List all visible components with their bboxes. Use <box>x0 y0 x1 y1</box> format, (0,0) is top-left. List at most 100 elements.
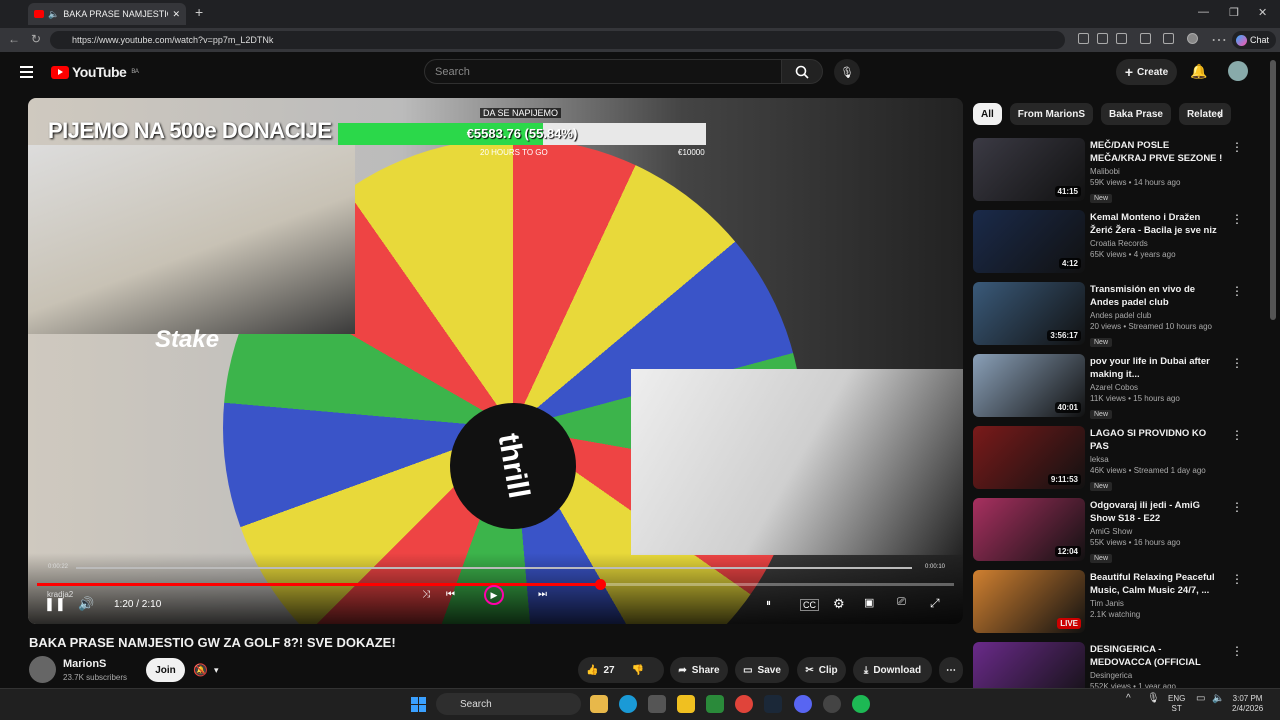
recommendation-title[interactable]: Odgovaraj ili jedi - AmiG Show S18 - E22 <box>1090 499 1225 525</box>
recommendation-channel[interactable]: Malibobi <box>1090 167 1225 176</box>
cast-icon[interactable]: ⎚ <box>897 596 906 609</box>
favorite-star-icon[interactable] <box>1116 33 1127 44</box>
subscription-bell-button[interactable]: 🔕 ▾ <box>193 658 239 682</box>
windows-start-icon[interactable] <box>411 697 426 712</box>
recommendation-channel[interactable]: Tim Janis <box>1090 599 1225 608</box>
back-icon[interactable]: ← <box>8 32 20 46</box>
autoplay-toggle[interactable]: ⏸ <box>766 598 771 609</box>
close-window-button[interactable]: ✕ <box>1258 6 1267 19</box>
video-thumbnail[interactable]: LIVE <box>973 570 1085 633</box>
recommendation-channel[interactable]: leksa <box>1090 455 1225 464</box>
recommendation-item[interactable]: LIVE Beautiful Relaxing Peaceful Music, C… <box>973 570 1273 634</box>
voice-search-button[interactable]: 🎙 <box>834 59 860 85</box>
extensions-icon[interactable] <box>1140 33 1151 44</box>
new-tab-button[interactable]: + <box>195 4 203 20</box>
chip-0[interactable]: All <box>973 103 1002 125</box>
volume-icon[interactable]: 🔊 <box>78 596 94 612</box>
create-button[interactable]: + Create <box>1116 59 1177 85</box>
video-thumbnail[interactable]: 3:56:17 <box>973 282 1085 345</box>
notifications-bell-icon[interactable]: 🔔 <box>1190 63 1207 80</box>
recommendation-channel[interactable]: Desingerica <box>1090 671 1225 680</box>
obs-icon[interactable] <box>823 695 841 713</box>
video-thumbnail[interactable]: 12:04 <box>973 498 1085 561</box>
recommendation-item[interactable]: 40:01 pov your life in Dubai after making… <box>973 354 1273 419</box>
discord-icon[interactable] <box>794 695 812 713</box>
minimize-button[interactable]: — <box>1198 6 1209 18</box>
channel-name[interactable]: MarionS <box>63 658 106 670</box>
network-icon[interactable]: ▭ <box>1196 694 1205 704</box>
clock[interactable]: 3:07 PM 2/4/2026 <box>1232 694 1263 714</box>
settings-gear-icon[interactable]: ⚙ <box>833 596 845 612</box>
language-indicator[interactable]: ENG ST <box>1168 694 1185 714</box>
recommendation-title[interactable]: MEČ/DAN POSLE MEČA/KRAJ PRVE SEZONE ! <box>1090 139 1225 165</box>
video-thumbnail[interactable]: 9:11:53 <box>973 426 1085 489</box>
more-vertical-icon[interactable]: ⋮ <box>1231 140 1243 154</box>
more-actions-button[interactable]: ⋯ <box>939 657 963 683</box>
url-field[interactable]: https://www.youtube.com/watch?v=pp7m_L2D… <box>50 31 1065 49</box>
recommendation-item[interactable]: 4:12 Kemal Monteno i Dražen Žerić Žera - … <box>973 210 1273 274</box>
tray-mic-icon[interactable]: 🎙 <box>1147 694 1160 704</box>
audio-icon[interactable]: 🔈 <box>48 9 59 20</box>
more-vertical-icon[interactable]: ⋮ <box>1231 212 1243 226</box>
maximize-button[interactable]: ❐ <box>1229 6 1239 19</box>
translate-icon[interactable] <box>1078 33 1089 44</box>
recommendation-item[interactable]: 9:11:53 LAGAO SI PROVIDNO KO PAS leksa 46K … <box>973 426 1273 491</box>
recommendation-item[interactable]: 12:04 Odgovaraj ili jedi - AmiG Show S18 … <box>973 498 1273 563</box>
clip-range-bar[interactable] <box>76 567 912 569</box>
account-avatar[interactable] <box>1228 61 1248 81</box>
edge-browser-icon[interactable] <box>619 695 637 713</box>
miniplayer-icon[interactable]: ▣ <box>864 596 874 609</box>
hamburger-menu-icon[interactable] <box>20 66 33 81</box>
more-vertical-icon[interactable]: ⋮ <box>1231 500 1243 514</box>
video-thumbnail[interactable]: 4:12 <box>973 210 1085 273</box>
share-button[interactable]: ➦ Share <box>670 657 728 683</box>
pause-button[interactable]: ❚❚ <box>44 596 66 612</box>
app-icon[interactable] <box>1097 33 1108 44</box>
more-icon[interactable]: ⋯ <box>1211 30 1227 49</box>
more-vertical-icon[interactable]: ⋮ <box>1231 356 1243 370</box>
youtube-logo[interactable]: YouTube BA <box>51 64 139 80</box>
chip-3[interactable]: Related <box>1178 103 1232 125</box>
recommendation-title[interactable]: DESINGERICA - MEDOVACCA (OFFICIAL VIDEO) <box>1090 643 1225 669</box>
file-explorer-icon[interactable] <box>590 695 608 713</box>
dislike-icon[interactable]: 👎 <box>632 665 644 676</box>
search-input[interactable]: Search <box>424 59 782 84</box>
recommendation-title[interactable]: Beautiful Relaxing Peaceful Music, Calm … <box>1090 571 1225 597</box>
recommendation-item[interactable]: 3:56:17 Transmisión en vivo de Andes pade… <box>973 282 1273 347</box>
join-button[interactable]: Join <box>146 658 185 682</box>
xbox-icon[interactable] <box>706 695 724 713</box>
fullscreen-icon[interactable]: ⤢ <box>930 596 940 611</box>
shuffle-icon[interactable]: ⤨ <box>422 589 430 600</box>
profile-icon[interactable] <box>1187 33 1198 44</box>
video-player[interactable]: thrill PIJEMO NA 500e DONACIJE DA SE NAP… <box>28 98 963 624</box>
channel-avatar[interactable] <box>29 656 56 683</box>
taskbar-search[interactable]: Search <box>436 693 581 715</box>
more-vertical-icon[interactable]: ⋮ <box>1231 428 1243 442</box>
more-vertical-icon[interactable]: ⋮ <box>1231 284 1243 298</box>
favorites-icon[interactable] <box>1163 33 1174 44</box>
next-icon[interactable]: ⏭ <box>538 589 547 600</box>
more-vertical-icon[interactable]: ⋮ <box>1231 644 1243 658</box>
speaker-icon[interactable]: 🔈 <box>1212 694 1224 704</box>
notes-app-icon[interactable] <box>677 695 695 713</box>
recommendation-channel[interactable]: AmiG Show <box>1090 527 1225 536</box>
clip-play-button[interactable]: ▶ <box>484 585 504 605</box>
reload-icon[interactable]: ↻ <box>31 32 41 46</box>
recommendation-title[interactable]: pov your life in Dubai after making it..… <box>1090 355 1225 381</box>
chip-1[interactable]: From MarionS <box>1009 103 1094 125</box>
previous-icon[interactable]: ⏮ <box>446 589 455 600</box>
recommendation-item[interactable]: 41:15 MEČ/DAN POSLE MEČA/KRAJ PRVE SEZONE… <box>973 138 1273 203</box>
close-tab-icon[interactable]: ✕ <box>172 9 180 20</box>
tray-chevron-icon[interactable]: ^ <box>1126 694 1131 704</box>
chrome-icon[interactable] <box>735 695 753 713</box>
recommendation-channel[interactable]: Azarel Cobos <box>1090 383 1225 392</box>
chip-2[interactable]: Baka Prase <box>1101 103 1171 125</box>
copilot-chat-button[interactable]: Chat <box>1232 31 1276 49</box>
more-vertical-icon[interactable]: ⋮ <box>1231 572 1243 586</box>
like-icon[interactable]: 👍 <box>586 665 598 676</box>
clip-button[interactable]: ✂ Clip <box>797 657 846 683</box>
browser-tab[interactable]: 🔈 BAKA PRASE NAMJESTIO GW ✕ <box>28 3 186 25</box>
video-thumbnail[interactable]: 41:15 <box>973 138 1085 201</box>
save-button[interactable]: ▭ Save <box>735 657 789 683</box>
scrollbar[interactable] <box>1270 60 1276 320</box>
